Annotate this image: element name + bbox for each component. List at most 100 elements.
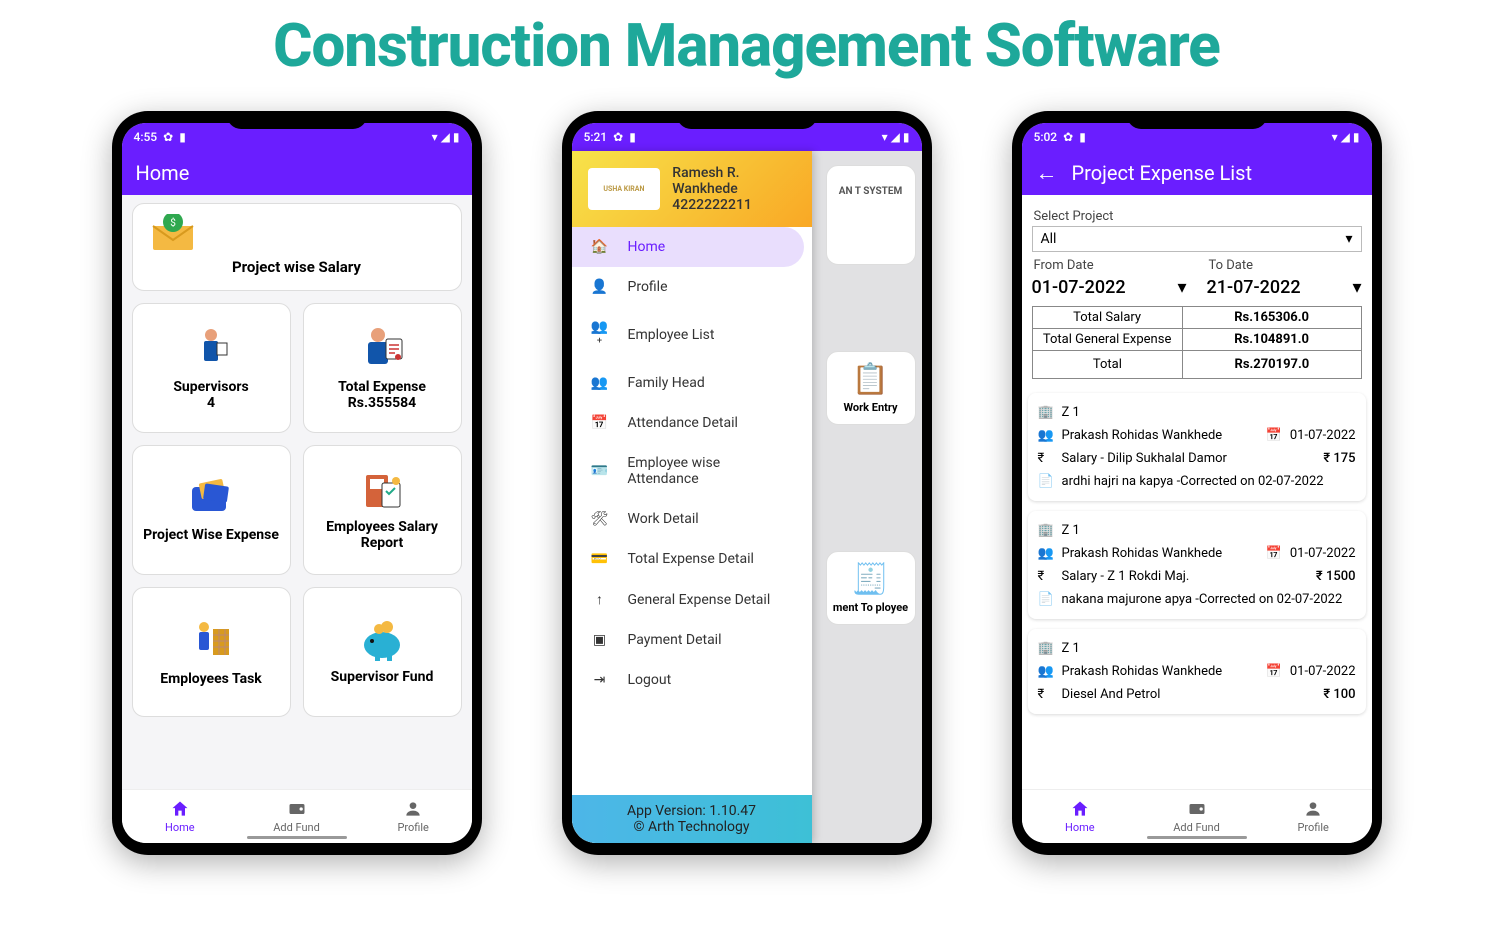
chevron-down-icon: ▾: [1177, 277, 1186, 298]
nav-profile[interactable]: Profile: [1255, 790, 1372, 843]
summary-value: Rs.270197.0: [1183, 351, 1360, 378]
home-icon: [1070, 799, 1090, 819]
money-icon: ₹: [1038, 687, 1054, 702]
envelope-money-icon: $: [145, 214, 449, 254]
user-name: Ramesh R. Wankhede: [672, 165, 795, 197]
menu-home[interactable]: 🏠 Home: [572, 227, 804, 267]
calendar-icon: 📅: [1266, 664, 1282, 679]
item-note: nakana majurone apya -Corrected on 02-07…: [1062, 592, 1356, 607]
supervisor-icon: [191, 325, 231, 373]
backdrop-logo-card: AN T SYSTEM: [826, 165, 916, 265]
back-arrow-icon[interactable]: ←: [1036, 160, 1058, 186]
menu-payment-detail[interactable]: ▣Payment Detail: [572, 620, 812, 660]
nav-label: Home: [165, 821, 195, 834]
person-add-icon: 👥⁺: [590, 319, 610, 351]
phone-home: 4:55 ✿ ▮ ▾ ◢ ▮ Home $ Project wise Salar…: [112, 111, 482, 855]
battery-icon: ▮: [1353, 130, 1360, 144]
menu-emp-attendance[interactable]: 🪪Employee wise Attendance: [572, 443, 812, 499]
menu-label: Total Expense Detail: [628, 551, 754, 567]
card-icon: 💳: [590, 551, 610, 567]
nav-home[interactable]: Home: [1022, 790, 1139, 843]
menu-family-head[interactable]: 👥 Family Head: [572, 363, 812, 403]
payment-employee-card[interactable]: 🧾 ment To ployee: [826, 551, 916, 625]
menu-label: Work Detail: [628, 511, 699, 527]
chevron-down-icon: ▾: [1352, 277, 1361, 298]
note-icon: 📄: [1038, 474, 1054, 489]
work-entry-card[interactable]: 📋 Work Entry: [826, 351, 916, 425]
sd-icon: ▮: [179, 130, 186, 144]
nav-label: Profile: [397, 821, 428, 834]
table-row: Total General Expense Rs.104891.0: [1033, 329, 1361, 351]
supervisors-tile[interactable]: Supervisors 4: [132, 303, 291, 433]
item-desc: Salary - Z 1 Rokdi Maj.: [1062, 569, 1308, 584]
status-time: 5:02: [1034, 130, 1058, 144]
logout-icon: ⇥: [590, 672, 610, 688]
report-icon: [358, 469, 406, 513]
id-badge-icon: 🪪: [590, 463, 610, 479]
item-amount: ₹ 1500: [1316, 569, 1356, 584]
to-date-picker[interactable]: 21-07-2022 ▾: [1207, 275, 1362, 304]
bottom-nav: Home Add Fund Profile: [122, 789, 472, 843]
gear-icon: ✿: [613, 130, 623, 144]
expense-item[interactable]: 🏢Z 1 👥Prakash Rohidas Wankhede📅01-07-202…: [1028, 393, 1366, 501]
salary-report-tile[interactable]: Employees Salary Report: [303, 445, 462, 575]
user-phone: 4222222211: [672, 197, 795, 213]
tile-label: Total Expense: [338, 379, 426, 395]
summary-label: Total Salary: [1033, 307, 1183, 328]
svg-text:$: $: [170, 216, 176, 229]
wifi-icon: ▾: [882, 130, 888, 144]
phone-drawer: 5:21 ✿ ▮ ▾ ◢ ▮ USHA KIRAN Ramesh R. Wank…: [562, 111, 932, 855]
drawer-backdrop[interactable]: AN T SYSTEM 📋 Work Entry 🧾 ment To ploye…: [812, 151, 922, 843]
menu-attendance[interactable]: 📅Attendance Detail: [572, 403, 812, 443]
menu-logout[interactable]: ⇥Logout: [572, 660, 812, 700]
nav-home[interactable]: Home: [122, 790, 239, 843]
building-icon: 🏢: [1038, 641, 1054, 656]
menu-employee-list[interactable]: 👥⁺Employee List: [572, 307, 812, 363]
nav-handle: [1147, 836, 1247, 839]
phone-expense-list: 5:02 ✿ ▮ ▾ ◢ ▮ ← Project Expense List Se…: [1012, 111, 1382, 855]
sd-icon: ▮: [629, 130, 636, 144]
summary-value: Rs.165306.0: [1183, 307, 1361, 328]
menu-general-expense[interactable]: ↑General Expense Detail: [572, 579, 812, 620]
nav-profile[interactable]: Profile: [355, 790, 472, 843]
appbar: ← Project Expense List: [1022, 151, 1372, 195]
group-icon: 👥: [590, 375, 610, 391]
nav-label: Add Fund: [273, 821, 320, 834]
expense-item[interactable]: 🏢Z 1 👥Prakash Rohidas Wankhede📅01-07-202…: [1028, 629, 1366, 714]
expense-item[interactable]: 🏢Z 1 👥Prakash Rohidas Wankhede📅01-07-202…: [1028, 511, 1366, 619]
item-amount: ₹ 100: [1323, 687, 1355, 702]
menu-work-detail[interactable]: 🛠Work Detail: [572, 499, 812, 539]
wallet-icon: [1187, 799, 1207, 819]
nav-handle: [247, 836, 347, 839]
wallet-icon: [287, 799, 307, 819]
project-select[interactable]: All ▾: [1032, 226, 1362, 252]
item-date: 01-07-2022: [1290, 664, 1356, 679]
supervisor-fund-tile[interactable]: Supervisor Fund: [303, 587, 462, 717]
note-icon: 📄: [1038, 592, 1054, 607]
nav-label: Add Fund: [1173, 821, 1220, 834]
status-time: 5:21: [584, 130, 608, 144]
table-row: Total Rs.270197.0: [1033, 351, 1361, 378]
menu-total-expense[interactable]: 💳 Total Expense Detail: [572, 539, 812, 579]
project-salary-card[interactable]: $ Project wise Salary: [132, 203, 462, 291]
from-date-picker[interactable]: 01-07-2022 ▾: [1032, 275, 1187, 304]
item-project: Z 1: [1062, 641, 1356, 656]
menu-label: Home: [628, 239, 666, 255]
person-icon: 👤: [590, 279, 610, 295]
item-desc: Diesel And Petrol: [1062, 687, 1316, 702]
home-icon: 🏠: [590, 239, 610, 255]
project-expense-tile[interactable]: Project Wise Expense: [132, 445, 291, 575]
item-project: Z 1: [1062, 523, 1356, 538]
menu-label: Family Head: [628, 375, 705, 391]
total-expense-tile[interactable]: Total Expense Rs.355584: [303, 303, 462, 433]
battery-icon: ▮: [903, 130, 910, 144]
tile-label: Project wise Salary: [145, 258, 449, 276]
group-icon: 👥: [1038, 546, 1054, 561]
tile-sub: Rs.355584: [348, 395, 416, 411]
home-icon: [170, 799, 190, 819]
employees-task-tile[interactable]: Employees Task: [132, 587, 291, 717]
tile-label: Supervisors: [173, 379, 248, 395]
menu-profile[interactable]: 👤Profile: [572, 267, 812, 307]
signal-icon: ◢: [1341, 130, 1350, 144]
status-time: 4:55: [134, 130, 158, 144]
